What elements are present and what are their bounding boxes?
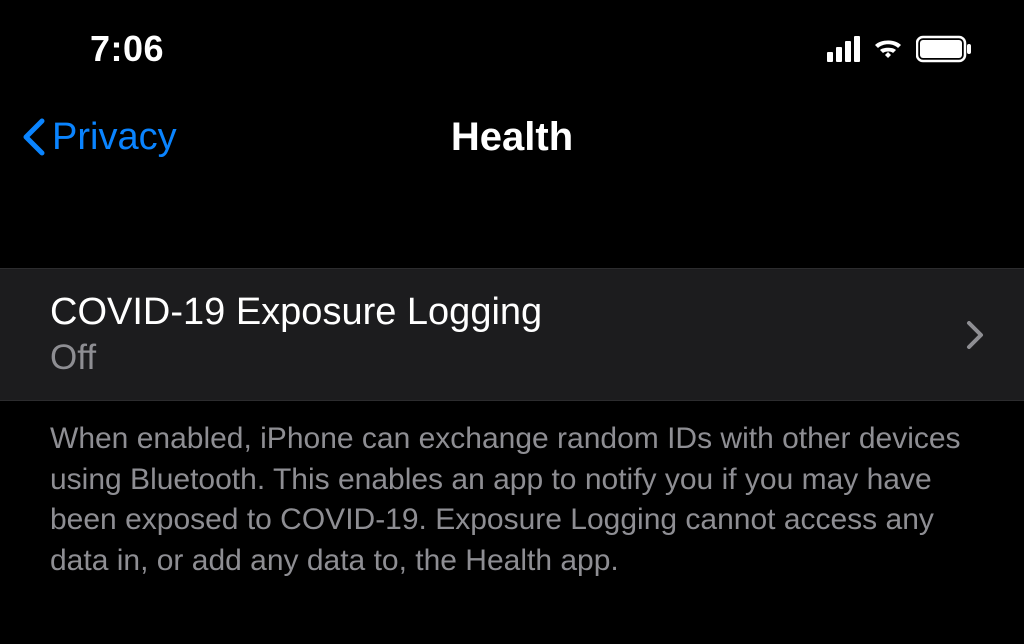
row-title: COVID-19 Exposure Logging [50,291,542,334]
exposure-logging-row[interactable]: COVID-19 Exposure Logging Off [0,268,1024,401]
wifi-icon [870,36,906,62]
battery-icon [916,35,974,63]
back-label: Privacy [52,116,177,159]
section-spacer [0,186,1024,268]
status-bar: 7:06 [0,0,1024,88]
row-content: COVID-19 Exposure Logging Off [50,291,542,378]
chevron-left-icon [20,117,48,157]
back-button[interactable]: Privacy [20,116,177,159]
status-time: 7:06 [90,28,164,70]
cellular-signal-icon [827,36,860,62]
chevron-right-icon [966,321,984,349]
navigation-bar: Privacy Health [0,88,1024,186]
row-status: Off [50,338,542,378]
section-description: When enabled, iPhone can exchange random… [0,401,1024,581]
status-icons [827,35,974,63]
page-title: Health [451,115,573,160]
